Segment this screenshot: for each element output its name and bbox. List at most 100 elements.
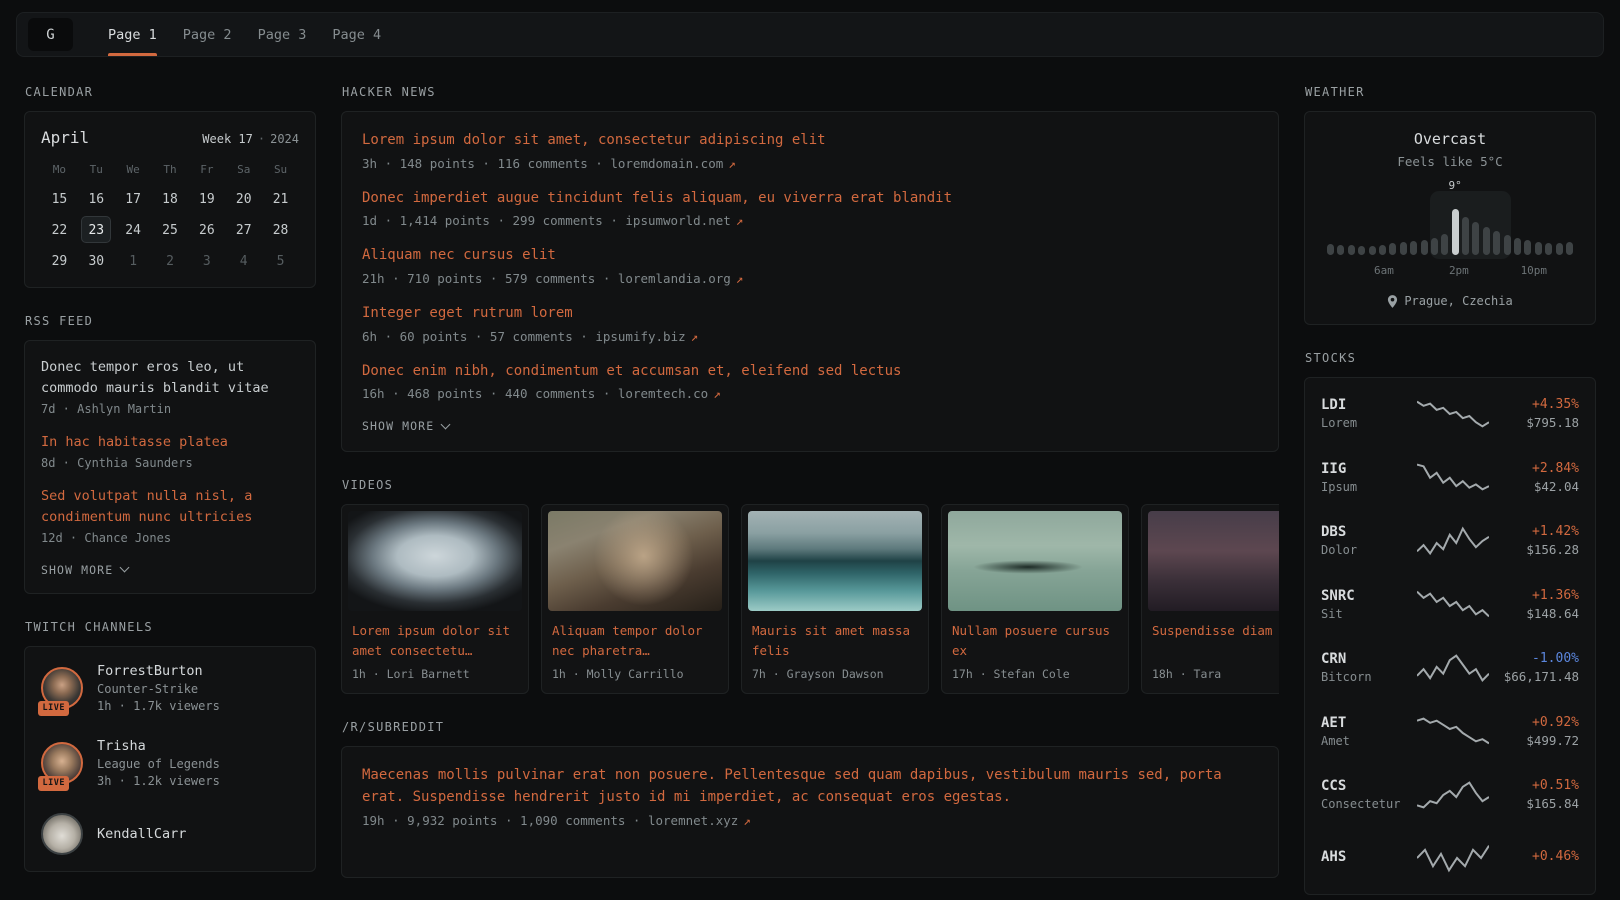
video-card[interactable]: Lorem ipsum dolor sit amet consectetu… 1… [341,504,529,694]
hackernews-item-title[interactable]: Aliquam nec cursus elit [362,245,1258,267]
stocks-widget: STOCKS LDILorem +4.35%$795.18 IIGIpsum +… [1304,351,1596,895]
stock-change: +0.51% [1497,778,1579,793]
stock-name: Dolor [1321,543,1409,557]
twitch-widget: TWITCH CHANNELS LIVE ForrestBurton Count… [24,620,316,872]
video-thumbnail [548,511,722,611]
video-meta: 1h · Lori Barnett [342,660,528,693]
item-meta-text: 21h · 710 points · 579 comments · [362,271,610,286]
channel-meta: 3h · 1.2k viewers [97,774,220,788]
hackernews-show-more-button[interactable]: SHOW MORE [362,419,449,433]
videos-row: Lorem ipsum dolor sit amet consectetu… 1… [341,504,1279,694]
rss-item: Sed volutpat nulla nisl, a condimentum n… [41,486,299,545]
video-meta: 18h · Tara [1142,660,1279,693]
calendar-day: 19 [192,185,222,212]
calendar-day: 26 [192,216,222,243]
item-domain: loremlandia.org [618,271,731,286]
weather-peak-label: 9° [1449,179,1462,192]
external-link-icon: ↗ [728,156,736,171]
twitch-channel[interactable]: KendallCarr [41,813,299,855]
item-domain-link[interactable]: loremdomain.com↗ [610,156,735,171]
video-card[interactable]: Aliquam tempor dolor nec pharetra… 1h · … [541,504,729,694]
hackernews-item: Aliquam nec cursus elit 21h · 710 points… [362,245,1258,286]
weather-time-label: 6am [1374,264,1394,277]
video-thumbnail [348,511,522,611]
tab-page-4[interactable]: Page 4 [319,13,394,56]
tab-label: Page 1 [108,27,157,43]
stock-sparkline [1417,526,1489,556]
calendar-day: 20 [229,185,259,212]
stock-name: Ipsum [1321,480,1409,494]
stock-row: DBSDolor +1.42%$156.28 [1321,509,1579,573]
video-card[interactable]: Mauris sit amet massa felis 7h · Grayson… [741,504,929,694]
calendar-month: April [41,128,89,147]
item-domain-link[interactable]: ipsumworld.net ↗ [625,213,743,228]
item-domain: loremnet.xyz [648,813,738,828]
stock-name: Bitcorn [1321,670,1409,684]
twitch-channel[interactable]: LIVE Trisha League of Legends 3h · 1.2k … [41,738,299,788]
twitch-channel[interactable]: LIVE ForrestBurton Counter-Strike 1h · 1… [41,663,299,713]
video-title: Lorem ipsum dolor sit amet consectetu… [342,617,528,660]
calendar-widget: CALENDAR April Week 17·2024 Mo Tu We Th … [24,85,316,288]
calendar-day: 15 [44,185,74,212]
item-domain-link[interactable]: loremnet.xyz ↗ [648,813,751,828]
rss-show-more-button[interactable]: SHOW MORE [41,563,128,577]
item-domain: ipsumworld.net [625,213,730,228]
hackernews-item-title[interactable]: Lorem ipsum dolor sit amet, consectetur … [362,130,1258,152]
hackernews-item-title[interactable]: Donec enim nibh, condimentum et accumsan… [362,361,1258,383]
show-more-label: SHOW MORE [41,563,113,577]
hackernews-section-title: HACKER NEWS [342,85,1279,99]
tab-page-3[interactable]: Page 3 [245,13,320,56]
rss-item-title[interactable]: Sed volutpat nulla nisl, a condimentum n… [41,486,299,528]
subreddit-item-title[interactable]: Maecenas mollis pulvinar erat non posuer… [362,765,1258,808]
chevron-down-icon [120,563,130,573]
tab-page-1[interactable]: Page 1 [95,13,170,56]
channel-info: ForrestBurton Counter-Strike 1h · 1.7k v… [97,663,220,713]
item-domain: loremtech.co [618,386,708,401]
stock-symbol: AET [1321,715,1409,731]
stock-change: +4.35% [1497,397,1579,412]
tab-label: Page 2 [183,27,232,43]
stock-sparkline [1417,716,1489,746]
stocks-card: LDILorem +4.35%$795.18 IIGIpsum +2.84%$4… [1304,377,1596,895]
stock-price: $156.28 [1497,542,1579,557]
calendar-day: 30 [81,247,111,274]
hackernews-item-title[interactable]: Integer eget rutrum lorem [362,303,1258,325]
tab-page-2[interactable]: Page 2 [170,13,245,56]
calendar-day-next-month: 5 [266,247,296,274]
external-link-icon: ↗ [736,271,744,286]
hackernews-item-meta: 21h · 710 points · 579 comments · loreml… [362,271,1258,286]
calendar-day: 21 [266,185,296,212]
channel-game: Counter-Strike [97,682,220,696]
stock-symbol: DBS [1321,524,1409,540]
channel-name: ForrestBurton [97,663,220,679]
stock-change: +0.46% [1497,849,1579,864]
rss-item: In hac habitasse platea 8d · Cynthia Sau… [41,432,299,470]
item-meta-text: 19h · 9,932 points · 1,090 comments · [362,813,640,828]
rss-item-title[interactable]: In hac habitasse platea [41,432,299,453]
calendar-grid: Mo Tu We Th Fr Sa Su 15 16 17 18 19 20 2… [41,160,299,274]
hackernews-item-title[interactable]: Donec imperdiet augue tincidunt felis al… [362,188,1258,210]
external-link-icon: ↗ [736,213,744,228]
channel-name: Trisha [97,738,220,754]
channel-info: KendallCarr [97,826,186,842]
stock-row: LDILorem +4.35%$795.18 [1321,382,1579,446]
chevron-down-icon [441,419,451,429]
avatar: LIVE [41,667,83,709]
calendar-day: 24 [118,216,148,243]
external-link-icon: ↗ [743,813,751,828]
item-domain-link[interactable]: loremlandia.org ↗ [618,271,743,286]
hackernews-item: Integer eget rutrum lorem 6h · 60 points… [362,303,1258,344]
twitch-card: LIVE ForrestBurton Counter-Strike 1h · 1… [24,646,316,872]
item-domain-link[interactable]: loremtech.co↗ [618,386,721,401]
weather-location: Prague, Czechia [1323,294,1577,308]
avatar: LIVE [41,742,83,784]
item-domain-link[interactable]: ipsumify.biz↗ [595,329,698,344]
rss-item-title[interactable]: Donec tempor eros leo, ut commodo mauris… [41,357,299,399]
stock-row: AHS +0.46% [1321,827,1579,891]
video-card[interactable]: Nullam posuere cursus ex 17h · Stefan Co… [941,504,1129,694]
video-meta: 7h · Grayson Dawson [742,660,928,693]
video-card[interactable]: Suspendisse diam 18h · Tara [1141,504,1279,694]
calendar-day-header: Mo [53,160,66,181]
stocks-section-title: STOCKS [1305,351,1596,365]
weather-location-text: Prague, Czechia [1404,294,1512,308]
